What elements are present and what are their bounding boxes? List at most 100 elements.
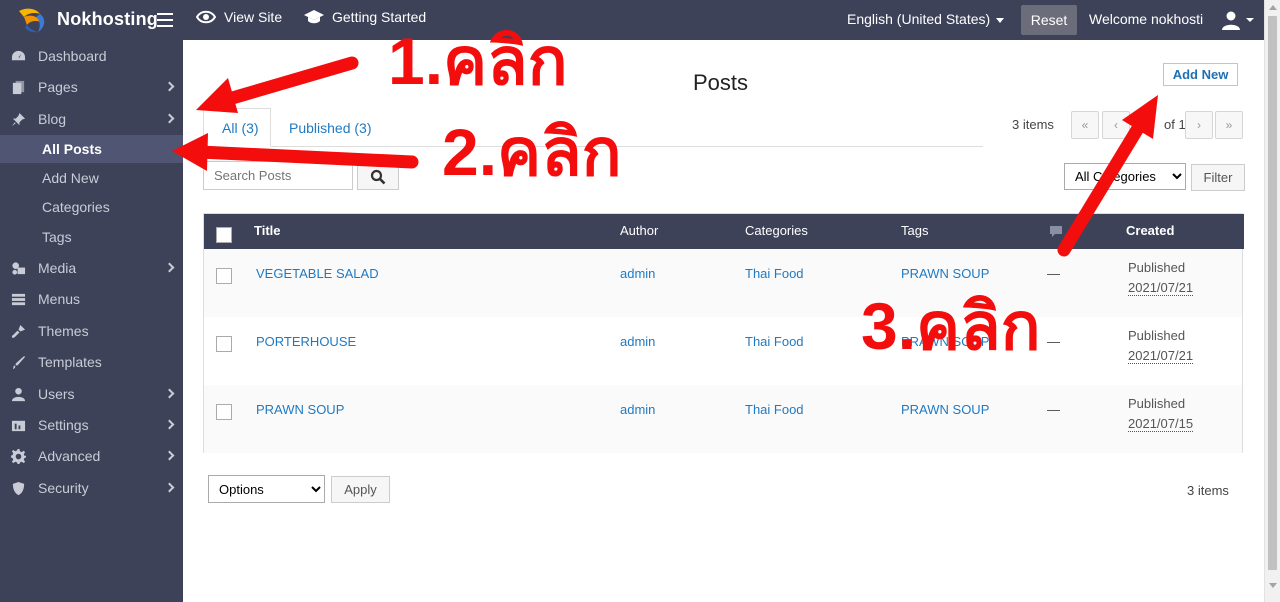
scroll-thumb[interactable] — [1268, 16, 1277, 570]
page-scrollbar[interactable] — [1264, 0, 1280, 602]
posts-table: Title Author Categories Tags Created VEG… — [203, 213, 1244, 453]
user-menu-icon[interactable] — [1220, 10, 1254, 30]
post-title-link[interactable]: VEGETABLE SALAD — [256, 266, 379, 281]
eye-icon — [196, 10, 216, 24]
brand-logo-icon[interactable] — [16, 5, 48, 35]
bulk-actions-select[interactable]: Options — [208, 475, 325, 503]
column-header-tags: Tags — [901, 223, 929, 238]
chevron-right-icon — [164, 450, 175, 461]
sidebar-subitem-tags[interactable]: Tags — [0, 223, 183, 251]
user-icon — [10, 386, 27, 403]
sidebar-item-templates[interactable]: Templates — [0, 348, 183, 376]
column-header-title[interactable]: Title — [254, 223, 281, 238]
sidebar-item-label: Templates — [38, 354, 102, 370]
pin-icon — [10, 111, 27, 128]
media-icon — [10, 260, 27, 277]
search-input[interactable] — [203, 161, 353, 190]
sidebar-item-label: Media — [38, 260, 77, 276]
last-page-button[interactable]: » — [1215, 111, 1243, 139]
page-of-text: of 1 — [1164, 117, 1186, 132]
pages-icon — [10, 79, 27, 96]
sidebar-item-label: Users — [38, 386, 75, 402]
sidebar-item-themes[interactable]: Themes — [0, 317, 183, 345]
menu-toggle-icon[interactable] — [157, 13, 173, 27]
select-all-checkbox[interactable] — [216, 227, 232, 243]
sidebar-subitem-add-new[interactable]: Add New — [0, 164, 183, 192]
prev-page-button[interactable]: ‹ — [1102, 111, 1130, 139]
column-header-categories: Categories — [745, 223, 808, 238]
themes-icon — [10, 323, 27, 340]
author-link[interactable]: admin — [620, 334, 655, 349]
post-status-label: Published — [1128, 328, 1186, 343]
brand-name[interactable]: Nokhosting — [57, 9, 158, 30]
row-checkbox[interactable] — [216, 268, 232, 284]
sidebar-item-dashboard[interactable]: Dashboard — [0, 42, 183, 70]
comments-count: — — [1047, 402, 1060, 417]
sidebar-item-media[interactable]: Media — [0, 254, 183, 282]
table-row: PORTERHOUSE admin Thai Food PRAWN SOUP —… — [204, 317, 1242, 385]
sidebar-item-label: Dashboard — [38, 48, 107, 64]
reset-button[interactable]: Reset — [1021, 5, 1077, 35]
templates-icon — [10, 354, 27, 371]
sidebar-item-advanced[interactable]: Advanced — [0, 442, 183, 470]
scroll-up-icon[interactable] — [1269, 5, 1277, 10]
category-link[interactable]: Thai Food — [745, 334, 804, 349]
row-checkbox[interactable] — [216, 404, 232, 420]
sidebar-item-blog[interactable]: Blog — [0, 105, 183, 133]
annotation-step-2: 2.คลิก — [442, 115, 622, 189]
author-link[interactable]: admin — [620, 402, 655, 417]
post-status: Published 2021/07/21 — [1128, 326, 1194, 366]
items-count: 3 items — [1012, 117, 1054, 132]
sidebar-item-label: Blog — [38, 111, 67, 127]
annotation-step-3: 3.คลิก — [861, 289, 1041, 363]
tag-link[interactable]: PRAWN SOUP — [901, 266, 989, 281]
column-header-created[interactable]: Created — [1126, 223, 1174, 238]
next-page-button[interactable]: › — [1185, 111, 1213, 139]
post-date: 2021/07/15 — [1128, 416, 1194, 432]
first-page-button[interactable]: « — [1071, 111, 1099, 139]
sidebar-item-menus[interactable]: Menus — [0, 285, 183, 313]
sidebar-item-label: Settings — [38, 417, 89, 433]
search-icon — [370, 169, 386, 185]
sidebar-item-users[interactable]: Users — [0, 380, 183, 408]
scroll-down-icon[interactable] — [1269, 583, 1277, 588]
view-site-link[interactable]: View Site — [196, 9, 282, 25]
tag-link[interactable]: PRAWN SOUP — [901, 402, 989, 417]
apply-button[interactable]: Apply — [331, 476, 390, 503]
author-link[interactable]: admin — [620, 266, 655, 281]
post-status-label: Published — [1128, 396, 1186, 411]
filter-button[interactable]: Filter — [1191, 164, 1245, 191]
table-header: Title Author Categories Tags Created — [204, 214, 1244, 249]
add-new-button[interactable]: Add New — [1163, 63, 1238, 86]
tab-all[interactable]: All (3) — [203, 108, 271, 147]
language-dropdown[interactable]: English (United States) — [847, 11, 1004, 27]
category-link[interactable]: Thai Food — [745, 402, 804, 417]
search-button[interactable] — [357, 164, 399, 190]
sidebar-subitem-categories[interactable]: Categories — [0, 193, 183, 221]
top-bar: Nokhosting View Site Getting Started Eng… — [0, 0, 1264, 40]
sidebar-item-settings[interactable]: Settings — [0, 411, 183, 439]
graduation-cap-icon — [304, 10, 324, 24]
view-site-label: View Site — [224, 9, 283, 25]
comments-count: — — [1047, 266, 1060, 281]
sidebar-item-label: Menus — [38, 291, 81, 307]
sidebar-item-security[interactable]: Security — [0, 474, 183, 502]
post-title-link[interactable]: PRAWN SOUP — [256, 402, 344, 417]
sidebar-item-pages[interactable]: Pages — [0, 73, 183, 101]
getting-started-link[interactable]: Getting Started — [304, 9, 426, 25]
sidebar-subitem-all-posts[interactable]: All Posts — [0, 135, 183, 163]
welcome-text: Welcome nokhosti — [1089, 11, 1204, 27]
post-title-link[interactable]: PORTERHOUSE — [256, 334, 356, 349]
arrow-step-1 — [196, 56, 359, 113]
chevron-right-icon — [164, 482, 175, 493]
category-filter-select[interactable]: All Categories — [1064, 163, 1186, 190]
table-row: PRAWN SOUP admin Thai Food PRAWN SOUP — … — [204, 385, 1242, 453]
tab-published[interactable]: Published (3) — [289, 108, 372, 147]
gear-icon — [10, 448, 27, 465]
row-checkbox[interactable] — [216, 336, 232, 352]
menus-icon — [10, 291, 27, 308]
post-status: Published 2021/07/15 — [1128, 394, 1194, 434]
category-link[interactable]: Thai Food — [745, 266, 804, 281]
post-status-label: Published — [1128, 260, 1186, 275]
sidebar: Dashboard Pages Blog All Posts Add New C… — [0, 40, 183, 602]
